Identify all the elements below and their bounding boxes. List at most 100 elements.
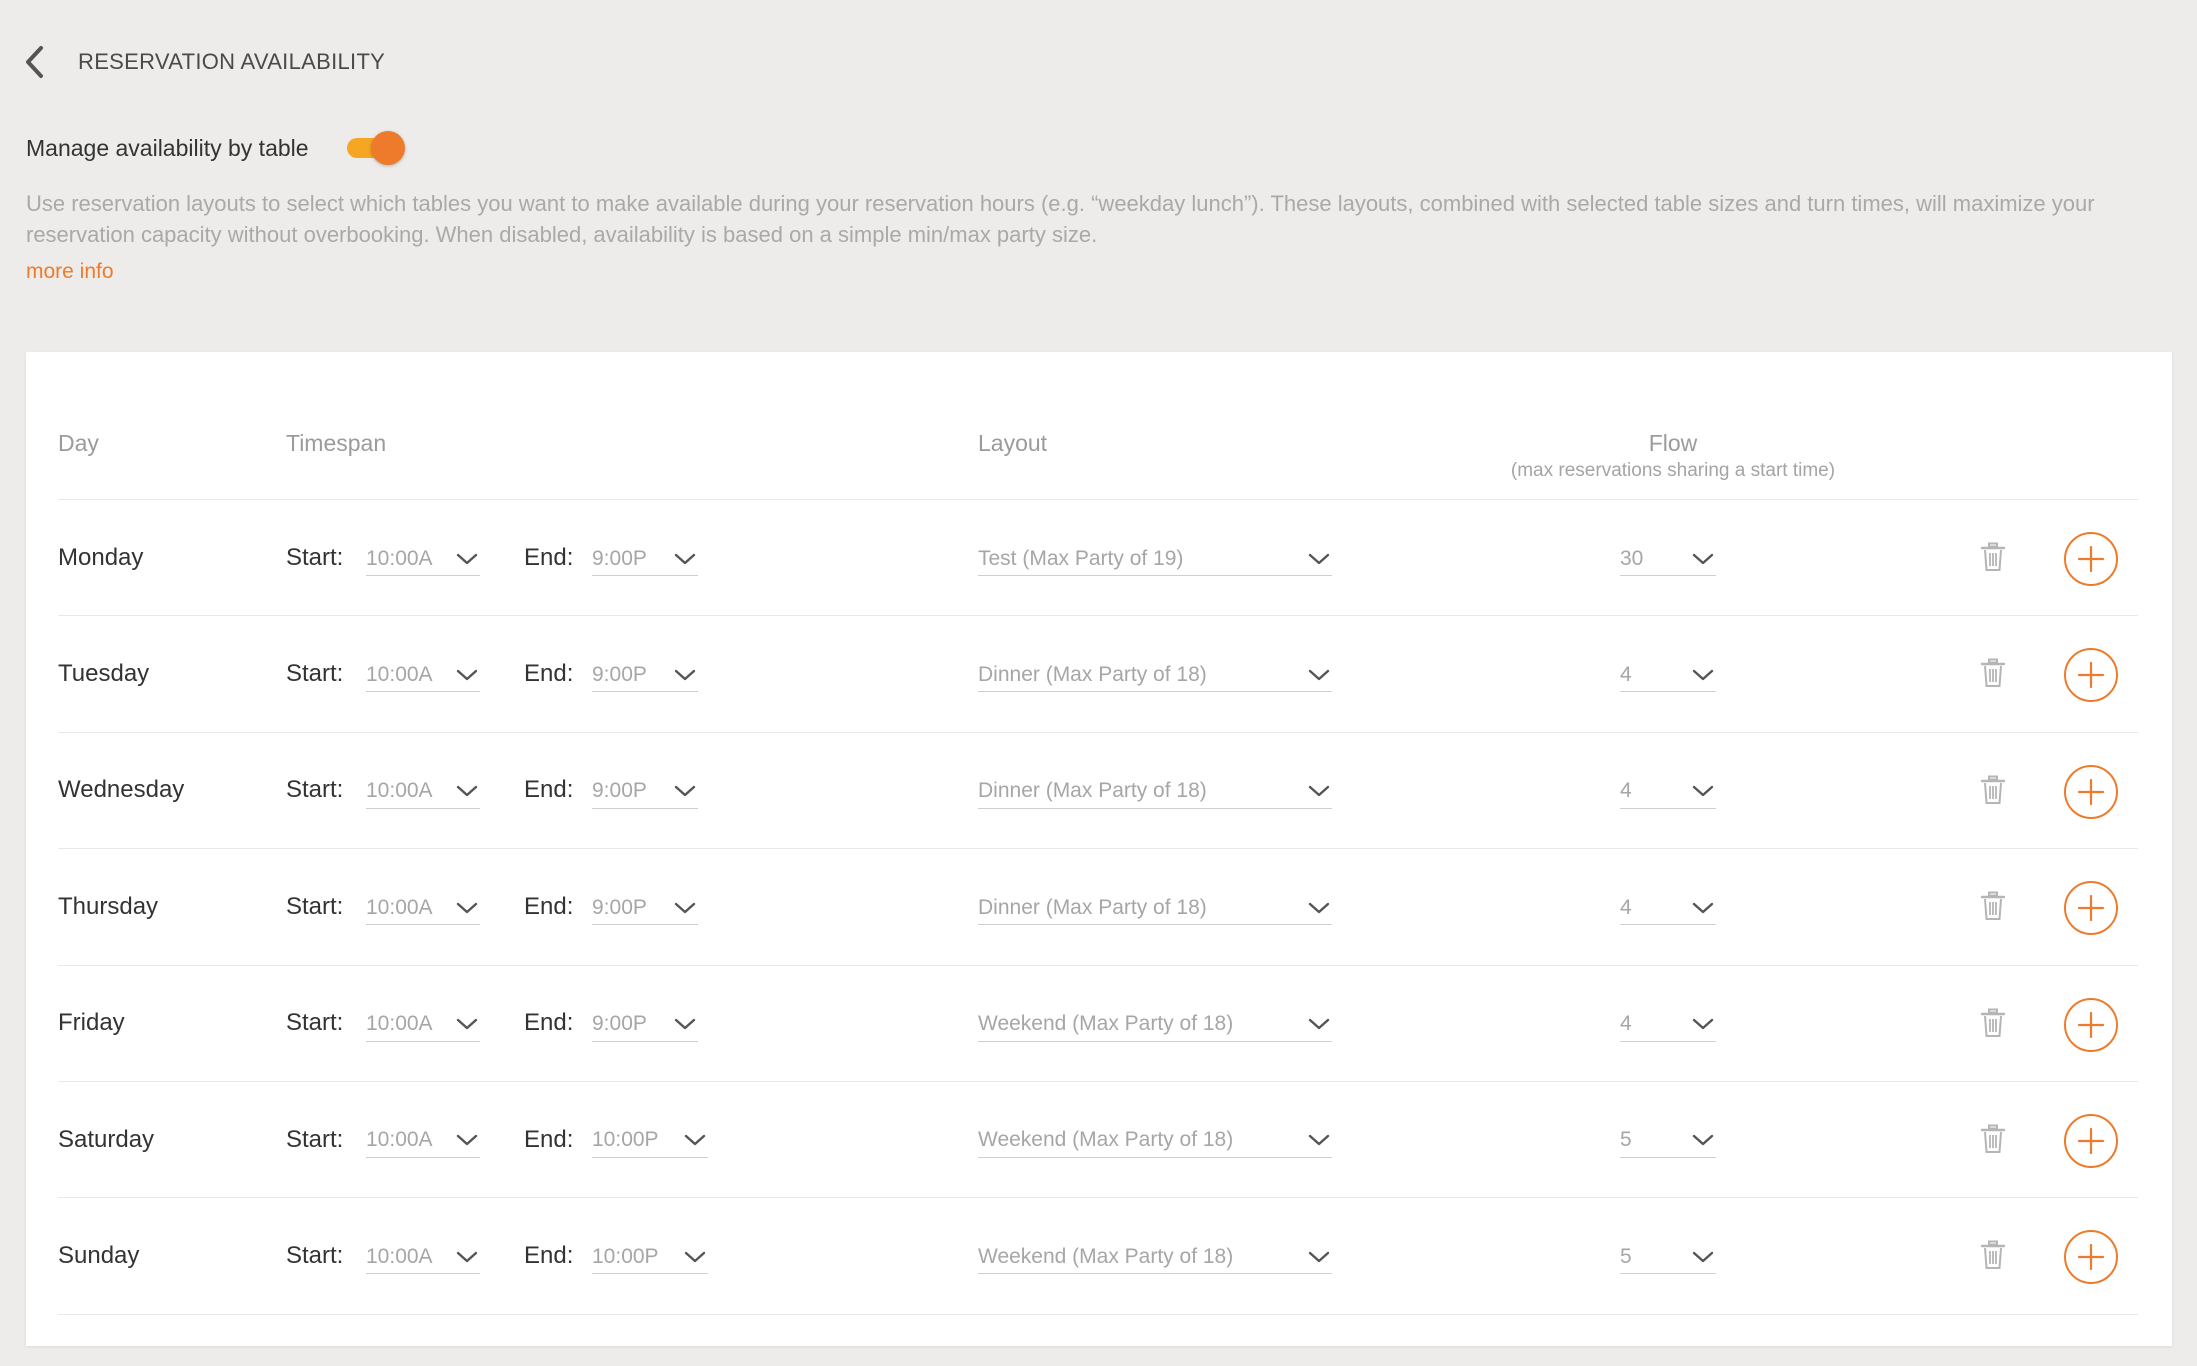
start-time-value: 10:00A [366,1012,433,1036]
more-info-link[interactable]: more info [26,260,114,284]
day-name: Monday [58,543,144,571]
manage-by-table-toggle[interactable] [346,130,405,166]
day-name: Wednesday [58,776,185,804]
add-timespan-button[interactable] [2064,532,2118,586]
delete-row-button[interactable] [1980,1008,2006,1038]
table-row-sunday: Sunday Start: 10:00A End: 10:00P Weekend… [58,1198,2138,1315]
end-time-value: 9:00P [592,546,647,570]
end-time-value: 10:00P [592,1244,659,1268]
delete-row-button[interactable] [1980,775,2006,805]
flow-select[interactable]: 30 [1620,542,1716,576]
chevron-down-icon [456,553,478,564]
chevron-down-icon [456,1251,478,1263]
layout-select[interactable]: Test (Max Party of 19) [978,542,1332,576]
flow-select[interactable]: 4 [1620,1008,1716,1042]
plus-icon [2077,545,2105,573]
chevron-down-icon [1308,669,1330,681]
flow-value: 4 [1620,779,1632,803]
back-button[interactable] [24,40,54,84]
flow-select[interactable]: 4 [1620,658,1716,693]
start-time-value: 10:00A [366,1244,433,1268]
end-time-select[interactable]: 9:00P [592,658,698,693]
end-label: End: [524,660,574,688]
chevron-down-icon [1308,553,1330,564]
flow-value: 5 [1620,1128,1632,1152]
layout-value: Dinner (Max Party of 18) [978,895,1207,919]
layout-value: Weekend (Max Party of 18) [978,1244,1234,1268]
flow-select[interactable]: 5 [1620,1124,1716,1158]
add-timespan-button[interactable] [2064,648,2118,703]
start-label: Start: [286,543,344,571]
start-time-value: 10:00A [366,662,433,686]
end-time-select[interactable]: 10:00P [592,1240,708,1275]
chevron-down-icon [684,1135,706,1146]
header: RESERVATION AVAILABILITY [24,40,385,84]
layout-select[interactable]: Dinner (Max Party of 18) [978,891,1332,926]
table-row-saturday: Saturday Start: 10:00A End: 10:00P Weeke… [58,1082,2138,1199]
end-time-select[interactable]: 9:00P [592,891,698,926]
flow-value: 4 [1620,895,1632,919]
delete-row-button[interactable] [1980,891,2006,921]
flow-select[interactable]: 4 [1620,775,1716,809]
availability-card: Day Timespan Layout Flow (max reservatio… [26,352,2172,1346]
trash-icon [1980,658,2006,688]
delete-row-button[interactable] [1980,658,2006,688]
layout-select[interactable]: Weekend (Max Party of 18) [978,1124,1332,1158]
layout-select[interactable]: Dinner (Max Party of 18) [978,658,1332,693]
start-label: Start: [286,776,344,804]
chevron-down-icon [456,902,478,913]
toggle-label: Manage availability by table [26,134,309,161]
delete-row-button[interactable] [1980,1124,2006,1154]
chevron-down-icon [1692,1018,1714,1030]
column-header-flow: Flow [1648,430,1698,456]
end-label: End: [524,1242,574,1270]
trash-icon [1980,891,2006,921]
add-timespan-button[interactable] [2064,997,2118,1052]
chevron-down-icon [1308,786,1330,797]
start-time-select[interactable]: 10:00A [366,658,480,693]
trash-icon [1980,1240,2006,1270]
layout-select[interactable]: Weekend (Max Party of 18) [978,1008,1332,1042]
start-time-select[interactable]: 10:00A [366,775,480,809]
add-timespan-button[interactable] [2064,1230,2118,1285]
chevron-down-icon [456,1018,478,1030]
start-label: Start: [286,1125,344,1153]
day-name: Saturday [58,1125,155,1153]
start-time-select[interactable]: 10:00A [366,1240,480,1275]
column-header-flow-subtitle: (max reservations sharing a start time) [1510,460,1836,481]
layout-select[interactable]: Dinner (Max Party of 18) [978,775,1332,809]
start-time-select[interactable]: 10:00A [366,891,480,926]
flow-select[interactable]: 4 [1620,891,1716,926]
chevron-down-icon [1692,786,1714,797]
layout-value: Dinner (Max Party of 18) [978,662,1207,686]
day-name: Friday [58,1009,125,1037]
end-time-select[interactable]: 9:00P [592,542,698,576]
start-time-select[interactable]: 10:00A [366,1008,480,1042]
plus-icon [2077,895,2105,922]
chevron-down-icon [674,786,696,797]
chevron-down-icon [1692,669,1714,681]
delete-row-button[interactable] [1980,1240,2006,1270]
chevron-down-icon [456,669,478,681]
table-header: Day Timespan Layout Flow (max reservatio… [58,352,2138,500]
plus-icon [2077,1011,2105,1038]
flow-select[interactable]: 5 [1620,1240,1716,1275]
end-time-select[interactable]: 9:00P [592,1008,698,1042]
start-time-value: 10:00A [366,1128,433,1152]
add-timespan-button[interactable] [2064,764,2118,819]
chevron-down-icon [1308,1135,1330,1146]
flow-value: 30 [1620,546,1644,570]
chevron-down-icon [1308,1018,1330,1030]
chevron-down-icon [1692,553,1714,564]
trash-icon [1980,1008,2006,1037]
end-time-select[interactable]: 9:00P [592,775,698,809]
add-timespan-button[interactable] [2064,881,2118,936]
start-time-select[interactable]: 10:00A [366,542,480,576]
end-time-select[interactable]: 10:00P [592,1124,708,1158]
end-time-value: 10:00P [592,1128,659,1152]
layout-select[interactable]: Weekend (Max Party of 18) [978,1240,1332,1275]
start-time-select[interactable]: 10:00A [366,1124,480,1158]
delete-row-button[interactable] [1980,542,2006,572]
column-header-day: Day [58,430,99,456]
add-timespan-button[interactable] [2064,1113,2118,1168]
